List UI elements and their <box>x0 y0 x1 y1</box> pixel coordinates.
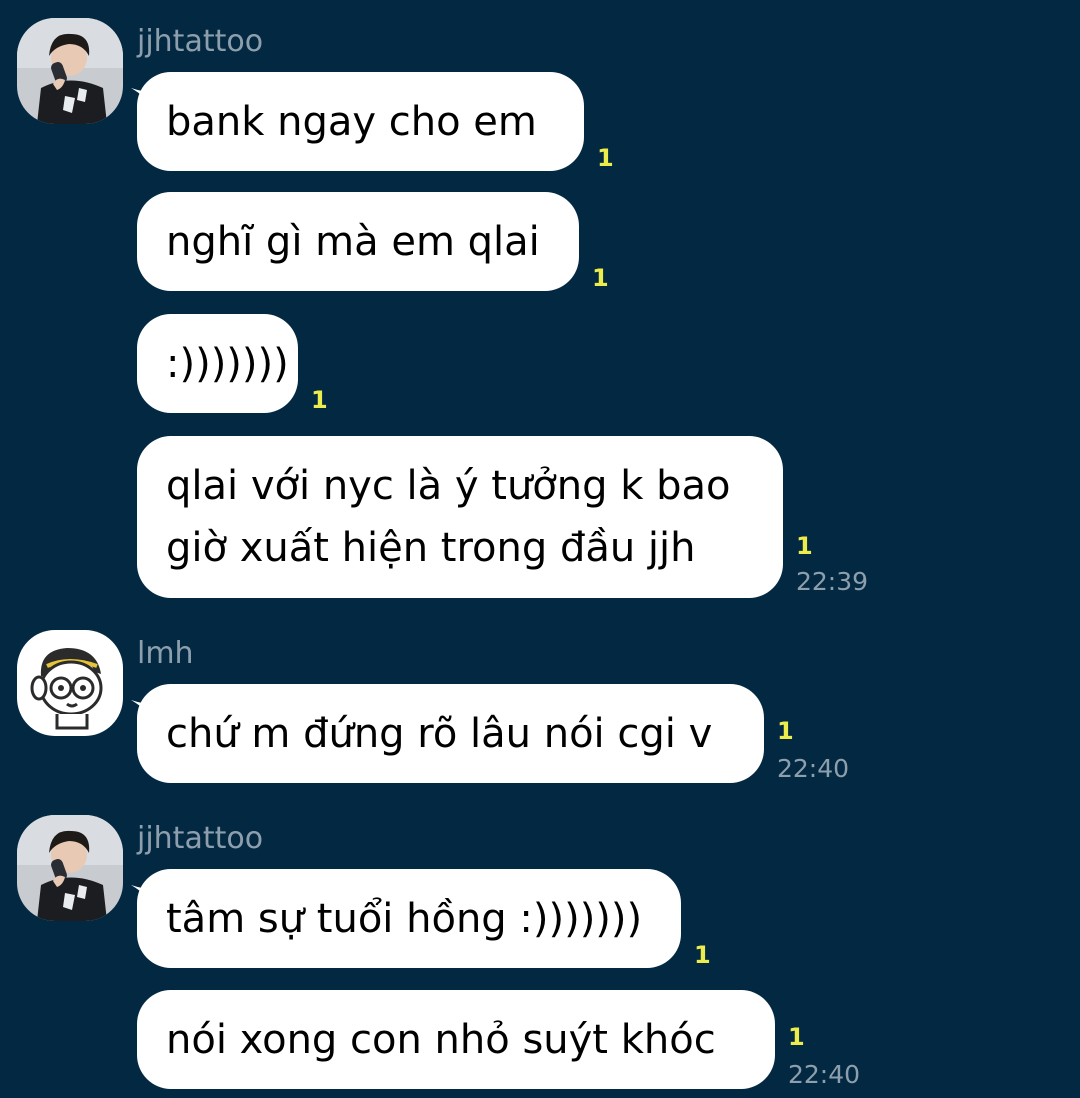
unread-count: 1 <box>311 386 328 414</box>
message-text: :))))))) <box>166 340 289 387</box>
message-text: nghĩ gì mà em qlai <box>166 218 540 265</box>
message-text: bank ngay cho em <box>166 98 537 145</box>
unread-count: 1 <box>592 264 609 292</box>
unread-count: 1 <box>788 1023 805 1051</box>
message-bubble[interactable]: qlai với nyc là ý tưởng k bao giờ xuất h… <box>137 436 783 598</box>
message-bubble[interactable]: chứ m đứng rõ lâu nói cgi v <box>137 684 764 783</box>
sender-avatar-lmh[interactable] <box>17 630 123 736</box>
message-text: qlai với nyc là ý tưởng k bao giờ xuất h… <box>166 463 731 571</box>
unread-count: 1 <box>597 144 614 172</box>
unread-count: 1 <box>694 941 711 969</box>
message-timestamp: 22:40 <box>788 1060 861 1089</box>
message-bubble[interactable]: tâm sự tuổi hồng :))))))) <box>137 869 681 968</box>
sender-name: lmh <box>137 636 194 671</box>
sender-name: jjhtattoo <box>137 821 264 856</box>
message-timestamp: 22:40 <box>777 754 850 783</box>
message-text: tâm sự tuổi hồng :))))))) <box>166 895 643 942</box>
unread-count: 1 <box>777 717 794 745</box>
message-text: nói xong con nhỏ suýt khóc <box>166 1016 716 1063</box>
sender-name: jjhtattoo <box>137 24 264 59</box>
message-bubble[interactable]: :))))))) <box>137 314 298 413</box>
message-bubble[interactable]: nói xong con nhỏ suýt khóc <box>137 990 775 1089</box>
sender-avatar-jjhtattoo[interactable] <box>17 815 123 921</box>
sender-avatar-jjhtattoo[interactable] <box>17 18 123 124</box>
cartoon-boy-glasses-avatar-icon <box>17 630 123 736</box>
message-bubble[interactable]: nghĩ gì mà em qlai <box>137 192 579 291</box>
message-bubble[interactable]: bank ngay cho em <box>137 72 584 171</box>
unread-count: 1 <box>796 532 813 560</box>
message-text: chứ m đứng rõ lâu nói cgi v <box>166 710 713 757</box>
user-photo-avatar-icon <box>17 18 123 124</box>
message-timestamp: 22:39 <box>796 567 869 596</box>
user-photo-avatar-icon <box>17 815 123 921</box>
